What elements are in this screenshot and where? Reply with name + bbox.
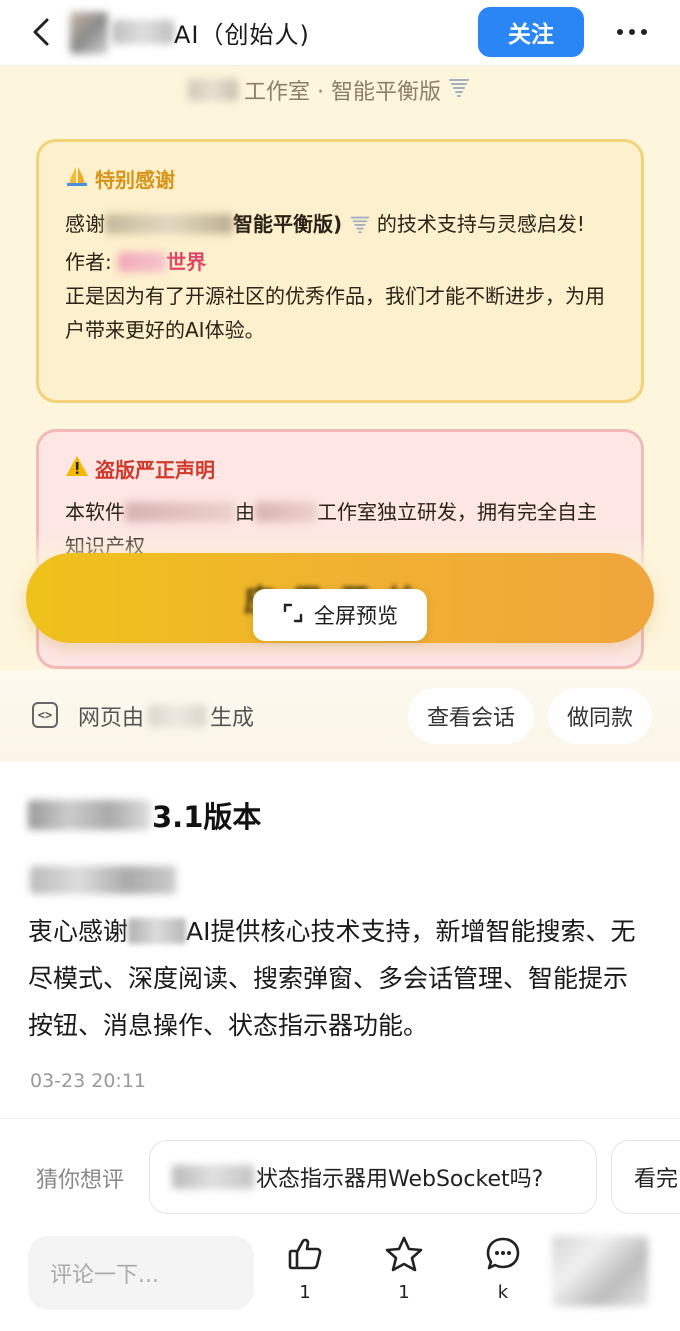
fullscreen-label: 全屏预览 <box>314 604 398 628</box>
author-label: 作者: <box>65 250 112 274</box>
like-count: 1 <box>299 1282 311 1303</box>
post-title-redacted <box>28 800 150 830</box>
warning-title-row: 盗版严正声明 <box>65 454 615 483</box>
project-name-redacted <box>105 214 233 234</box>
post-title-suffix: 3.1版本 <box>152 800 262 834</box>
warning-icon <box>65 455 89 482</box>
suggested-comments-label: 猜你想评 <box>36 1168 125 1193</box>
view-session-button[interactable]: 查看会话 <box>408 688 534 744</box>
comment-button[interactable]: k <box>478 1236 528 1303</box>
expand-icon <box>282 602 304 629</box>
code-icon: <> <box>32 702 58 728</box>
webpage-preview[interactable]: 工作室 · 智能平衡版 特别感谢 感谢 智能平衡版) 的技术支持与灵感启发! 作者… <box>0 66 680 670</box>
post-timestamp: 03-23 20:11 <box>30 1070 147 1092</box>
author-handle-redacted <box>118 252 167 272</box>
thanks-line1-prefix: 感谢 <box>65 212 105 236</box>
software-name-redacted <box>125 502 235 522</box>
comment-count: k <box>497 1282 509 1303</box>
pray-icon <box>65 164 89 193</box>
product-name-redacted <box>128 918 187 944</box>
share-button-redacted[interactable] <box>552 1236 648 1306</box>
author-name: 世界 <box>166 250 207 274</box>
follow-button[interactable]: 关注 <box>478 7 584 57</box>
back-icon[interactable] <box>26 14 56 50</box>
thanks-line1-suffix: 的技术支持与灵感启发! <box>376 212 585 236</box>
page-title: AI（创始人) <box>174 21 310 49</box>
thanks-body: 感谢 智能平衡版) 的技术支持与灵感启发! 作者: 世界 正是因为有了开源社区的优… <box>65 207 615 347</box>
thanks-closing: 正是因为有了开源社区的优秀作品，我们才能不断进步，为用户带来更好的AI体验。 <box>65 284 605 342</box>
comment-input[interactable]: 评论一下... <box>28 1236 254 1310</box>
generator-name-redacted <box>148 705 207 727</box>
favorite-count: 1 <box>398 1282 410 1303</box>
like-button[interactable]: 1 <box>280 1236 330 1303</box>
make-same-button[interactable]: 做同款 <box>548 688 652 744</box>
more-icon[interactable] <box>612 18 652 46</box>
fullscreen-preview-button[interactable]: 全屏预览 <box>253 589 427 641</box>
gen-suffix: 生成 <box>210 706 255 731</box>
author-name-redacted <box>112 20 174 44</box>
generated-by-bar: <> 网页由 生成 查看会话 做同款 <box>0 670 680 762</box>
chip-text: 状态指示器用WebSocket吗? <box>256 1167 544 1192</box>
post-title: 3.1版本 <box>28 794 261 836</box>
post-body: 衷心感谢 AI提供核心技术支持，新增智能搜索、无尽模式、深度阅读、搜索弹窗、多会话… <box>28 908 652 1049</box>
thanks-line1-bold: 智能平衡版) <box>233 212 343 236</box>
suggested-comment-chip[interactable]: 看完 <box>611 1140 680 1214</box>
suggested-comment-chip[interactable]: 状态指示器用WebSocket吗? <box>149 1140 597 1214</box>
generated-by-text: 网页由 生成 <box>78 700 254 732</box>
chip-text: 看完 <box>634 1167 679 1192</box>
warning-title: 盗版严正声明 <box>95 458 215 482</box>
studio-name-redacted <box>188 79 238 101</box>
post-subtitle-redacted <box>30 866 176 894</box>
divider <box>0 1118 680 1119</box>
studio-line: 工作室 · 智能平衡版 <box>188 74 471 106</box>
chip-text-redacted <box>172 1165 254 1189</box>
comment-icon <box>485 1236 521 1276</box>
thanks-card: 特别感谢 感谢 智能平衡版) 的技术支持与灵感启发! 作者: 世界 正是因为有了开… <box>36 139 644 403</box>
avatar[interactable] <box>70 12 108 54</box>
favorite-button[interactable]: 1 <box>379 1236 429 1303</box>
studio-name-redacted <box>255 502 317 522</box>
tornado-icon <box>447 75 471 105</box>
post-body-prefix: 衷心感谢 <box>28 917 129 946</box>
gen-prefix: 网页由 <box>78 706 145 731</box>
warning-body-prefix: 本软件 <box>65 500 125 524</box>
top-bar: AI（创始人) 关注 <box>0 0 680 66</box>
thumbs-up-icon <box>287 1236 323 1276</box>
thanks-title: 特别感谢 <box>95 168 175 192</box>
tornado-icon <box>349 211 371 245</box>
star-icon <box>385 1236 423 1276</box>
thanks-title-row: 特别感谢 <box>65 164 615 193</box>
warning-body-mid: 由 <box>235 500 255 524</box>
studio-text: 工作室 · 智能平衡版 <box>244 80 441 105</box>
